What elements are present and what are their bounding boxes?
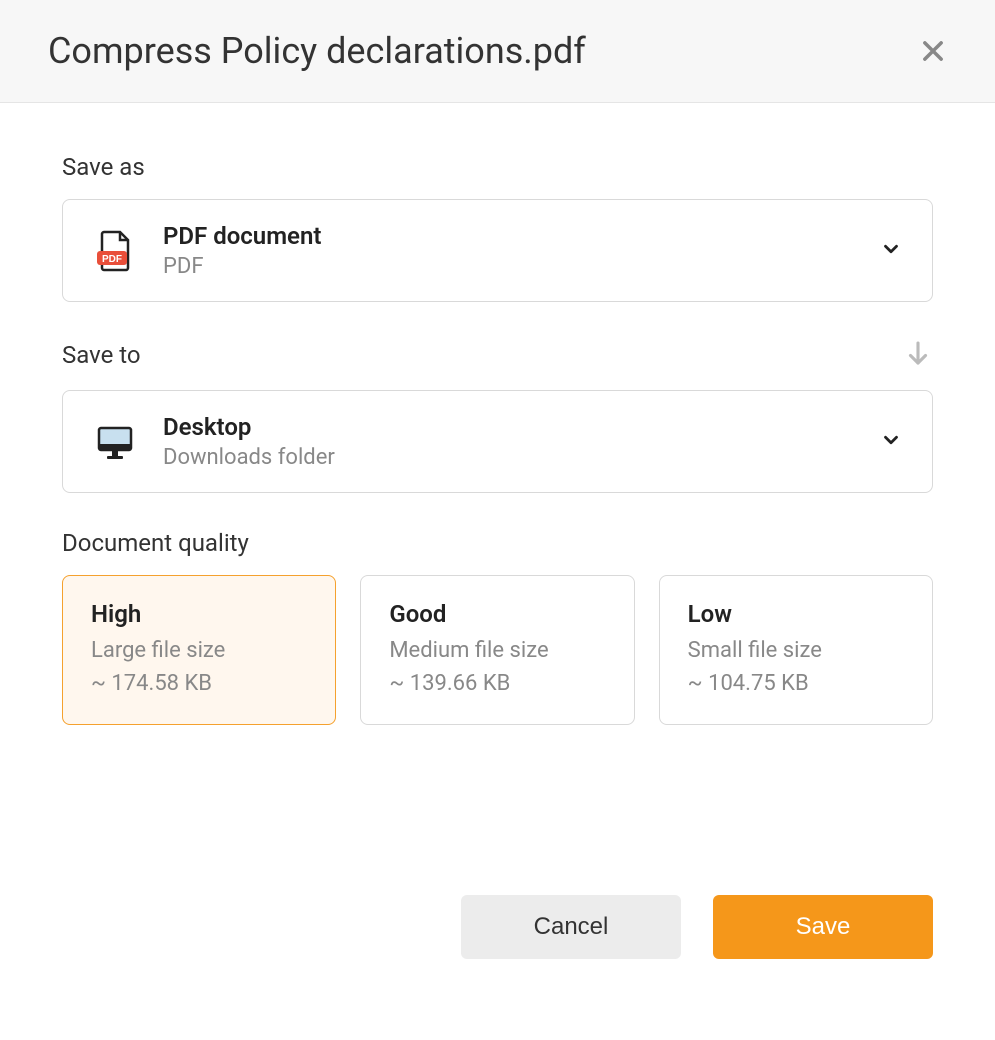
close-button[interactable]: [919, 37, 947, 65]
quality-option-good[interactable]: Good Medium file size ~ 139.66 KB: [360, 575, 634, 725]
arrow-down-icon: [903, 338, 933, 372]
dialog-header: Compress Policy declarations.pdf: [0, 0, 995, 103]
save-as-option-title: PDF document: [163, 222, 854, 250]
cancel-button[interactable]: Cancel: [461, 895, 681, 959]
quality-option-title: Good: [389, 600, 605, 628]
dialog-footer: Cancel Save: [0, 895, 995, 959]
save-as-option-subtitle: PDF: [163, 254, 854, 279]
close-icon: [919, 37, 947, 65]
quality-option-desc: Medium file size: [389, 634, 605, 667]
desktop-icon: [93, 420, 137, 464]
save-to-option-subtitle: Downloads folder: [163, 445, 854, 470]
quality-option-desc: Large file size: [91, 634, 307, 667]
pdf-file-icon: PDF: [93, 229, 137, 273]
dialog-title: Compress Policy declarations.pdf: [48, 30, 586, 72]
save-to-label: Save to: [62, 341, 141, 369]
quality-option-size: ~ 174.58 KB: [91, 667, 307, 700]
dialog-body: Save as PDF PDF document PDF Save to: [0, 103, 995, 775]
quality-option-size: ~ 104.75 KB: [688, 667, 904, 700]
quality-options: High Large file size ~ 174.58 KB Good Me…: [62, 575, 933, 725]
quality-option-high[interactable]: High Large file size ~ 174.58 KB: [62, 575, 336, 725]
quality-option-title: Low: [688, 600, 904, 628]
quality-label: Document quality: [62, 529, 933, 557]
quality-option-desc: Small file size: [688, 634, 904, 667]
svg-text:PDF: PDF: [102, 254, 122, 265]
save-button[interactable]: Save: [713, 895, 933, 959]
save-as-dropdown[interactable]: PDF PDF document PDF: [62, 199, 933, 302]
quality-option-title: High: [91, 600, 307, 628]
quality-option-low[interactable]: Low Small file size ~ 104.75 KB: [659, 575, 933, 725]
chevron-down-icon: [880, 238, 902, 264]
save-to-option-title: Desktop: [163, 413, 854, 441]
quality-option-size: ~ 139.66 KB: [389, 667, 605, 700]
chevron-down-icon: [880, 429, 902, 455]
save-to-dropdown[interactable]: Desktop Downloads folder: [62, 390, 933, 493]
save-as-label: Save as: [62, 153, 933, 181]
